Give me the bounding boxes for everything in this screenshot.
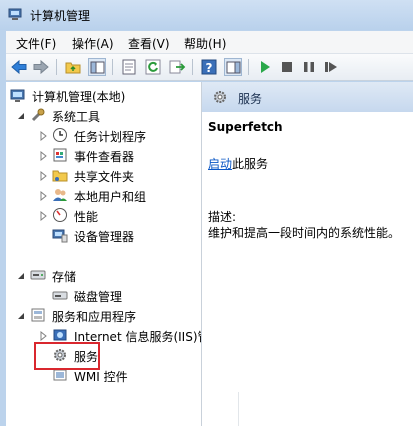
tree-label: 本地用户和组 <box>74 190 147 204</box>
pause-icon[interactable] <box>300 58 318 76</box>
start-service-suffix: 此服务 <box>232 157 269 171</box>
clock-icon <box>52 127 68 143</box>
tree-item-local-users[interactable]: 本地用户和组 <box>10 186 200 204</box>
stop-icon[interactable] <box>278 58 296 76</box>
show-hide-action-pane-icon[interactable] <box>224 58 242 76</box>
toolbar-separator <box>56 59 57 75</box>
performance-icon <box>52 207 68 223</box>
back-icon[interactable] <box>10 58 28 76</box>
tree-label: 系统工具 <box>52 110 101 124</box>
navigation-tree: 计算机管理(本地) 系统工具 任务计划程序 事件查看器 共享文件夹 本地用户和组… <box>6 82 202 426</box>
tree-label: 服务和应用程序 <box>52 310 137 324</box>
properties-icon[interactable] <box>120 58 138 76</box>
title-bar: 计算机管理 <box>0 0 413 30</box>
tree-label: 磁盘管理 <box>74 290 123 304</box>
tree-label: 计算机管理(本地) <box>32 90 126 104</box>
start-service-link[interactable]: 启动 <box>208 157 232 171</box>
forward-icon[interactable] <box>32 58 50 76</box>
refresh-icon[interactable] <box>144 58 162 76</box>
toolbar-separator <box>192 59 193 75</box>
menu-file[interactable]: 文件(F) <box>16 35 56 52</box>
menu-view[interactable]: 查看(V) <box>128 35 170 52</box>
tree-item-services-apps[interactable]: 服务和应用程序 <box>10 306 200 324</box>
tree-label: WMI 控件 <box>74 370 128 384</box>
collapsed-arrow-icon[interactable] <box>38 150 48 162</box>
event-viewer-icon <box>52 147 68 163</box>
help-icon[interactable]: ? <box>200 58 218 76</box>
tree-label: 事件查看器 <box>74 150 135 164</box>
tree-item-system-tools[interactable]: 系统工具 <box>10 106 200 124</box>
tree-item-event-viewer[interactable]: 事件查看器 <box>10 146 200 164</box>
description-label: 描述: <box>208 210 237 224</box>
collapsed-arrow-icon[interactable] <box>38 210 48 222</box>
device-manager-icon <box>52 227 68 243</box>
menu-help[interactable]: 帮助(H) <box>184 35 226 52</box>
window-title: 计算机管理 <box>30 9 91 23</box>
computer-management-icon <box>8 7 22 21</box>
restart-icon[interactable] <box>322 58 340 76</box>
disk-icon <box>52 287 68 303</box>
storage-icon <box>30 267 46 283</box>
service-name: Superfetch <box>208 120 283 134</box>
tree-item-shared-folders[interactable]: 共享文件夹 <box>10 166 200 184</box>
tree-item-storage[interactable]: 存储 <box>10 266 200 284</box>
services-highlight-box <box>34 342 100 370</box>
tree-label: 设备管理器 <box>74 230 135 244</box>
export-icon[interactable] <box>168 58 186 76</box>
tree-label: 性能 <box>74 210 99 224</box>
tools-icon <box>30 107 46 123</box>
svg-text:?: ? <box>206 61 213 75</box>
tree-label: 共享文件夹 <box>74 170 135 184</box>
detail-header-title: 服务 <box>238 92 263 106</box>
detail-pane: 服务 Superfetch 启动此服务 描述: 维护和提高一段时间内的系统性能。 <box>202 82 413 426</box>
tree-item-device-manager[interactable]: 设备管理器 <box>10 226 200 244</box>
show-hide-tree-icon[interactable] <box>88 58 106 76</box>
tree-label: 存储 <box>52 270 77 284</box>
services-apps-icon <box>30 307 46 323</box>
toolbar-separator <box>248 59 249 75</box>
tree-item-disk-management[interactable]: 磁盘管理 <box>10 286 200 304</box>
start-service-line: 启动此服务 <box>208 155 268 172</box>
expanded-arrow-icon[interactable] <box>16 310 26 320</box>
tree-item-task-scheduler[interactable]: 任务计划程序 <box>10 126 200 144</box>
toolbar: ? <box>6 54 413 81</box>
iis-icon <box>52 327 68 343</box>
tree-label: 任务计划程序 <box>74 130 147 144</box>
menu-bar: 文件(F) 操作(A) 查看(V) 帮助(H) <box>6 31 413 54</box>
shared-folder-icon <box>52 167 68 183</box>
computer-management-icon <box>10 87 26 103</box>
users-icon <box>52 187 68 203</box>
collapsed-arrow-icon[interactable] <box>38 190 48 202</box>
description-text: 维护和提高一段时间内的系统性能。 <box>208 226 401 240</box>
detail-header: 服务 <box>202 82 413 112</box>
gear-icon <box>212 89 228 105</box>
collapsed-arrow-icon[interactable] <box>38 170 48 182</box>
expanded-arrow-icon[interactable] <box>16 110 26 120</box>
play-icon[interactable] <box>256 58 274 76</box>
collapsed-arrow-icon[interactable] <box>38 330 48 342</box>
collapsed-arrow-icon[interactable] <box>38 130 48 142</box>
up-folder-icon[interactable] <box>64 58 82 76</box>
toolbar-separator <box>112 59 113 75</box>
divider <box>238 392 239 426</box>
menu-action[interactable]: 操作(A) <box>72 35 114 52</box>
tree-item-performance[interactable]: 性能 <box>10 206 200 224</box>
expanded-arrow-icon[interactable] <box>16 270 26 280</box>
tree-item-root[interactable]: 计算机管理(本地) <box>10 86 200 104</box>
